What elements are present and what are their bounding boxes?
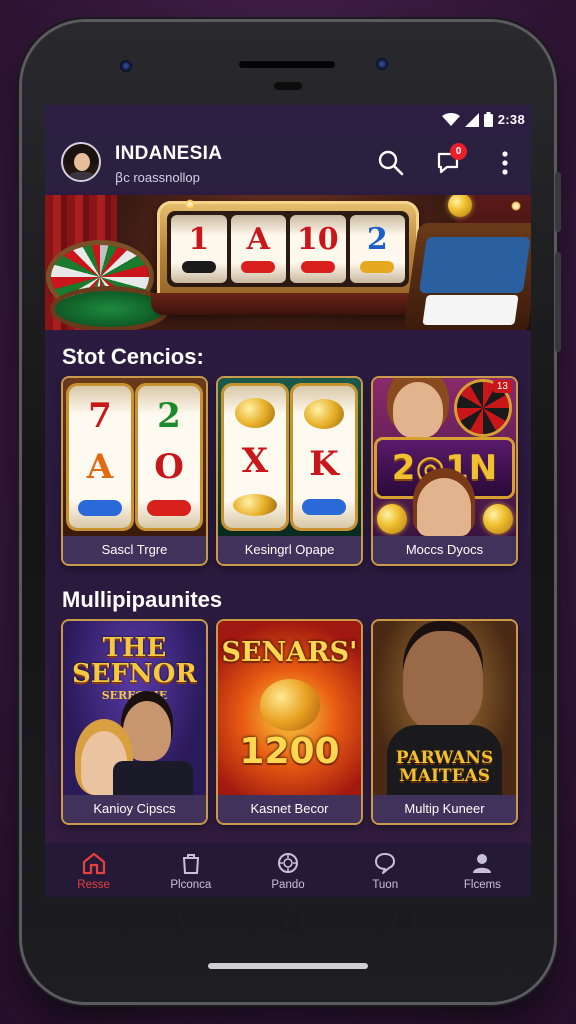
section-title-multiplayer: Mullipipaunites: [62, 587, 223, 612]
promo-banner[interactable]: 1 A 10 2: [45, 195, 531, 330]
game-card[interactable]: 7 A 2 O Sascl Trgre: [63, 378, 206, 564]
game-card-label: Moccs Dyocs: [373, 536, 516, 564]
reel-symbol: O: [154, 446, 184, 487]
banner-slot-machine: 1 A 10 2: [151, 201, 425, 315]
character-portrait: [417, 478, 471, 536]
nav-label: Plconca: [170, 879, 212, 891]
nav-label: Tuon: [372, 879, 399, 891]
reel-symbol: A: [86, 446, 114, 487]
chat-bubble-icon: [375, 853, 396, 874]
game-card-label: Multip Kuneer: [373, 795, 516, 823]
nav-item-home[interactable]: Resse: [45, 843, 142, 897]
game-art-value: 1200: [239, 731, 340, 772]
game-card[interactable]: SENARS' 1200 Kasnet Becor: [218, 621, 361, 823]
status-bar: 2:38: [45, 108, 531, 132]
character-portrait: [123, 701, 171, 761]
reel-symbol: 7: [88, 395, 112, 436]
app-subtitle: ꞵc roassnollop: [115, 170, 200, 185]
game-art-title: PARWANS MAITEAS: [395, 748, 494, 786]
sparkle-graphic: [185, 199, 195, 209]
front-camera: [120, 60, 132, 72]
nav-label: Pando: [271, 879, 305, 891]
power-button: [555, 252, 561, 352]
game-art-title: THE SEFNOR: [71, 633, 198, 689]
avatar[interactable]: [61, 142, 101, 182]
coin-graphic: [448, 195, 472, 217]
character-portrait: [403, 631, 483, 731]
chip-icon: [278, 853, 298, 873]
battery-icon: [483, 112, 493, 127]
bomb-icon: [260, 679, 320, 731]
shopping-bag-icon: [182, 854, 199, 874]
more-options-button[interactable]: [489, 147, 521, 179]
app-screen: INDANESIA ꞵc roassnollop 0 1 A 10 2 Stot…: [45, 105, 531, 897]
game-card[interactable]: X K Kesingrl Opape: [218, 378, 361, 564]
nav-label: Flcems: [463, 879, 501, 891]
banner-reel-symbol: 10: [296, 222, 339, 257]
more-vertical-icon: [502, 151, 508, 175]
search-icon: [378, 150, 404, 176]
earpiece-speaker: [238, 60, 336, 69]
poker-table-graphic: [55, 291, 165, 327]
bottom-nav: Resse Plconca Pando Tuon Flcems: [45, 843, 531, 897]
banner-reel-symbol: A: [246, 222, 270, 257]
game-card-label: Kasnet Becor: [218, 795, 361, 823]
card-table-graphic: [403, 223, 531, 330]
sensor-camera: [376, 58, 388, 70]
status-time: 2:38: [497, 112, 525, 127]
sparkle-graphic: [511, 201, 521, 211]
reel-symbol: K: [309, 443, 339, 484]
volume-button: [555, 172, 561, 232]
recents-icon[interactable]: [397, 913, 413, 929]
game-card-label: Kesingrl Opape: [218, 536, 361, 564]
nav-item-profile[interactable]: Flcems: [434, 843, 531, 897]
back-icon[interactable]: [163, 912, 181, 930]
wifi-icon: [441, 112, 460, 126]
system-navigation: [45, 897, 531, 945]
banner-reel-symbol: 1: [188, 222, 210, 257]
home-button-icon[interactable]: [278, 910, 300, 932]
home-icon: [82, 852, 105, 875]
messages-button[interactable]: 0: [433, 143, 467, 179]
section-title-slots: Stot Cencios:: [62, 344, 204, 369]
game-card[interactable]: THE SEFNOR SERFORIE Kanioy Cipscs: [63, 621, 206, 823]
game-art-subtitle: SERFORIE: [101, 689, 168, 702]
game-card[interactable]: PARWANS MAITEAS Multip Kuneer: [373, 621, 516, 823]
reel-symbol: X: [241, 440, 269, 481]
game-art-title: SENARS': [221, 637, 358, 668]
nav-item-chat[interactable]: Tuon: [337, 843, 434, 897]
notification-badge: 0: [450, 143, 467, 160]
app-header: INDANESIA ꞵc roassnollop 0: [45, 133, 531, 191]
app-title: INDANESIA: [115, 143, 223, 164]
game-card-label: Sascl Trgre: [63, 536, 206, 564]
game-badge: 13: [492, 380, 512, 393]
signal-icon: [464, 112, 479, 127]
nav-item-shop[interactable]: Plconca: [142, 843, 239, 897]
search-button[interactable]: [375, 147, 407, 179]
nav-item-games[interactable]: Pando: [239, 843, 336, 897]
banner-reel-symbol: 2: [366, 222, 388, 257]
game-card[interactable]: 13 2◎1N Moccs Dyocs: [373, 378, 516, 564]
character-portrait: [393, 382, 443, 438]
game-card-label: Kanioy Cipscs: [63, 795, 206, 823]
home-indicator[interactable]: [208, 963, 368, 969]
proximity-sensor: [274, 82, 302, 90]
profile-icon: [473, 854, 492, 873]
reel-symbol: 2: [157, 395, 181, 436]
nav-label: Resse: [77, 879, 110, 891]
